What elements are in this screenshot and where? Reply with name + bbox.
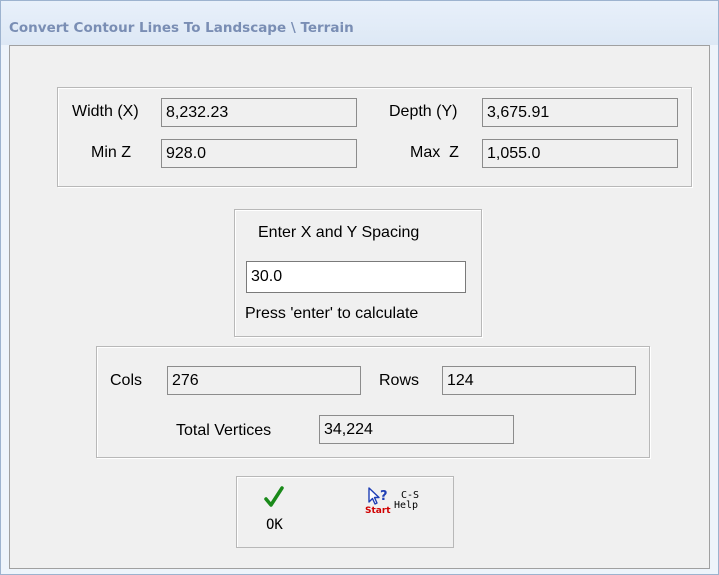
rows-field[interactable]: [442, 366, 636, 395]
depth-label: Depth (Y): [389, 103, 458, 120]
minz-label: Min Z: [91, 144, 131, 161]
green-checkmark-icon: [264, 486, 284, 513]
ok-button[interactable]: OK: [259, 486, 299, 536]
rows-label: Rows: [379, 372, 420, 389]
total-vertices-field[interactable]: [319, 415, 514, 444]
dimensions-group: Width (X) Depth (Y) Min Z Max Z: [57, 87, 692, 187]
maxz-field[interactable]: [482, 139, 678, 168]
svg-text:?: ?: [380, 489, 388, 504]
spacing-hint: Press 'enter' to calculate: [245, 305, 419, 322]
dialog-window: Convert Contour Lines To Landscape \ Ter…: [0, 0, 719, 575]
title-bar[interactable]: Convert Contour Lines To Landscape \ Ter…: [1, 1, 718, 45]
ok-label: OK: [266, 517, 283, 533]
width-field[interactable]: [161, 98, 357, 127]
minz-field[interactable]: [161, 139, 357, 168]
context-help-button[interactable]: ? Start C-S Help: [359, 483, 431, 533]
spacing-heading: Enter X and Y Spacing: [258, 224, 420, 241]
help-help-label: Help: [394, 500, 419, 511]
grid-results-group: Cols Rows Total Vertices: [96, 346, 650, 458]
maxz-label: Max Z: [410, 144, 459, 161]
cols-field[interactable]: [167, 366, 361, 395]
width-label: Width (X): [72, 103, 139, 120]
depth-field[interactable]: [482, 98, 678, 127]
total-vertices-label: Total Vertices: [176, 422, 272, 439]
cols-label: Cols: [110, 372, 143, 389]
spacing-group: Enter X and Y Spacing Press 'enter' to c…: [234, 209, 482, 337]
spacing-input[interactable]: [246, 261, 466, 293]
window-title: Convert Contour Lines To Landscape \ Ter…: [9, 20, 354, 36]
button-bar: OK ? Start C-S Help: [236, 476, 454, 548]
help-start-label: Start: [365, 506, 391, 516]
dialog-client-area: Width (X) Depth (Y) Min Z Max Z Enter X …: [9, 45, 710, 569]
